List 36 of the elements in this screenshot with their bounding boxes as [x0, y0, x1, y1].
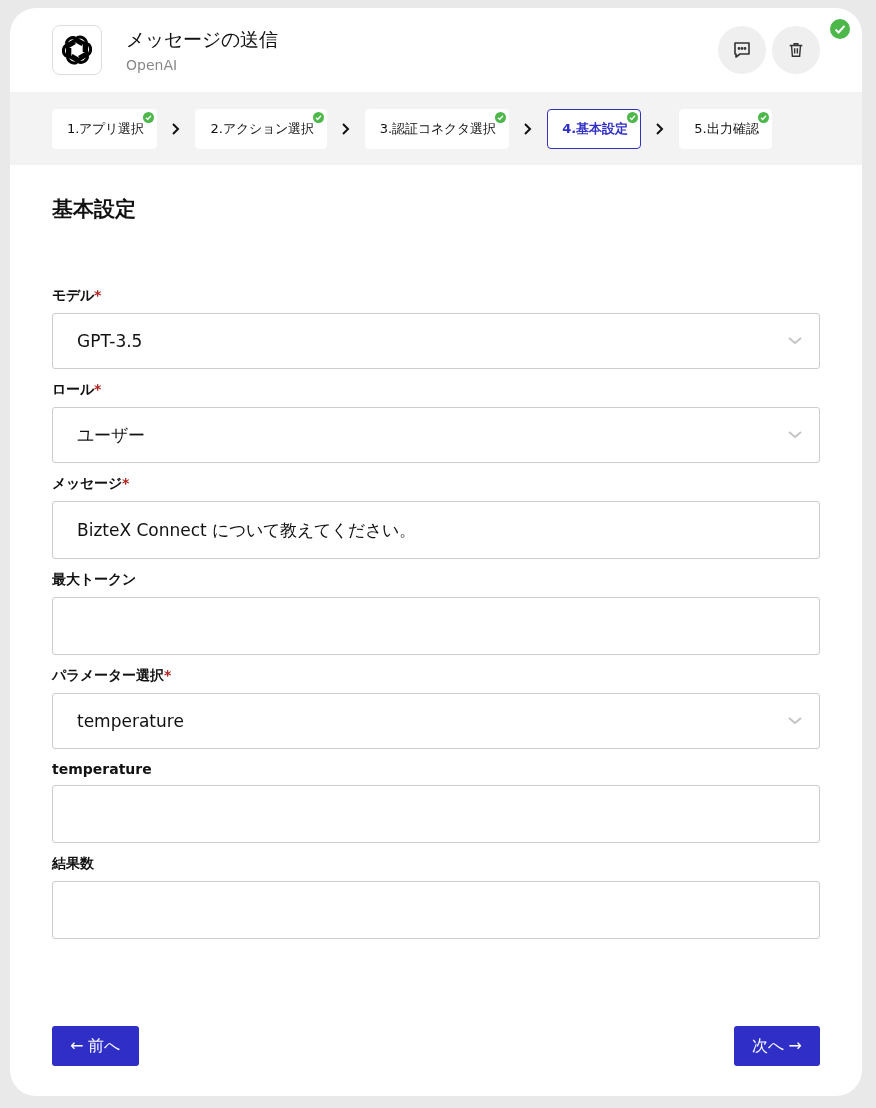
page-title: メッセージの送信	[126, 27, 279, 52]
input-field[interactable]	[52, 597, 820, 655]
select-field[interactable]: ユーザー	[52, 407, 820, 463]
field-label: メッセージ*	[52, 475, 131, 493]
field-label: モデル*	[52, 287, 103, 305]
comment-button[interactable]	[718, 26, 766, 74]
chevron-right-icon	[340, 121, 351, 136]
field-label: 結果数	[52, 855, 95, 873]
step-tab[interactable]: 2.アクション選択	[195, 108, 327, 149]
delete-button[interactable]	[772, 26, 820, 74]
input-field[interactable]	[52, 785, 820, 843]
select-field[interactable]: temperature	[52, 693, 820, 749]
chevron-down-icon	[787, 336, 803, 346]
input-field[interactable]	[52, 881, 820, 939]
step-tab[interactable]: 3.認証コネクタ選択	[364, 108, 510, 149]
chevron-down-icon	[787, 430, 803, 440]
chevron-right-icon	[171, 121, 182, 136]
comment-icon	[732, 40, 752, 60]
section-title: 基本設定	[52, 196, 137, 223]
field-label: 最大トークン	[52, 571, 137, 589]
chevron-right-icon	[523, 121, 534, 136]
back-button[interactable]: ← 前へ	[52, 1026, 139, 1066]
field-label: ロール*	[52, 381, 103, 399]
trash-icon	[787, 41, 805, 59]
logo-icon	[52, 25, 102, 75]
chevron-down-icon	[787, 716, 803, 726]
field-label: パラメーター選択*	[52, 667, 173, 685]
chevron-right-icon	[655, 121, 666, 136]
field-label: temperature	[52, 761, 153, 777]
next-button[interactable]: 次へ →	[733, 1026, 820, 1066]
app-name: OpenAI	[126, 57, 179, 73]
step-tab[interactable]: 4.基本設定	[547, 108, 642, 149]
input-field[interactable]: BizteX Connect について教えてください。	[52, 501, 820, 559]
step-tab[interactable]: 1.アプリ選択	[52, 108, 158, 149]
select-field[interactable]: GPT-3.5	[52, 313, 820, 369]
step-tab[interactable]: 5.出力確認	[679, 108, 772, 149]
